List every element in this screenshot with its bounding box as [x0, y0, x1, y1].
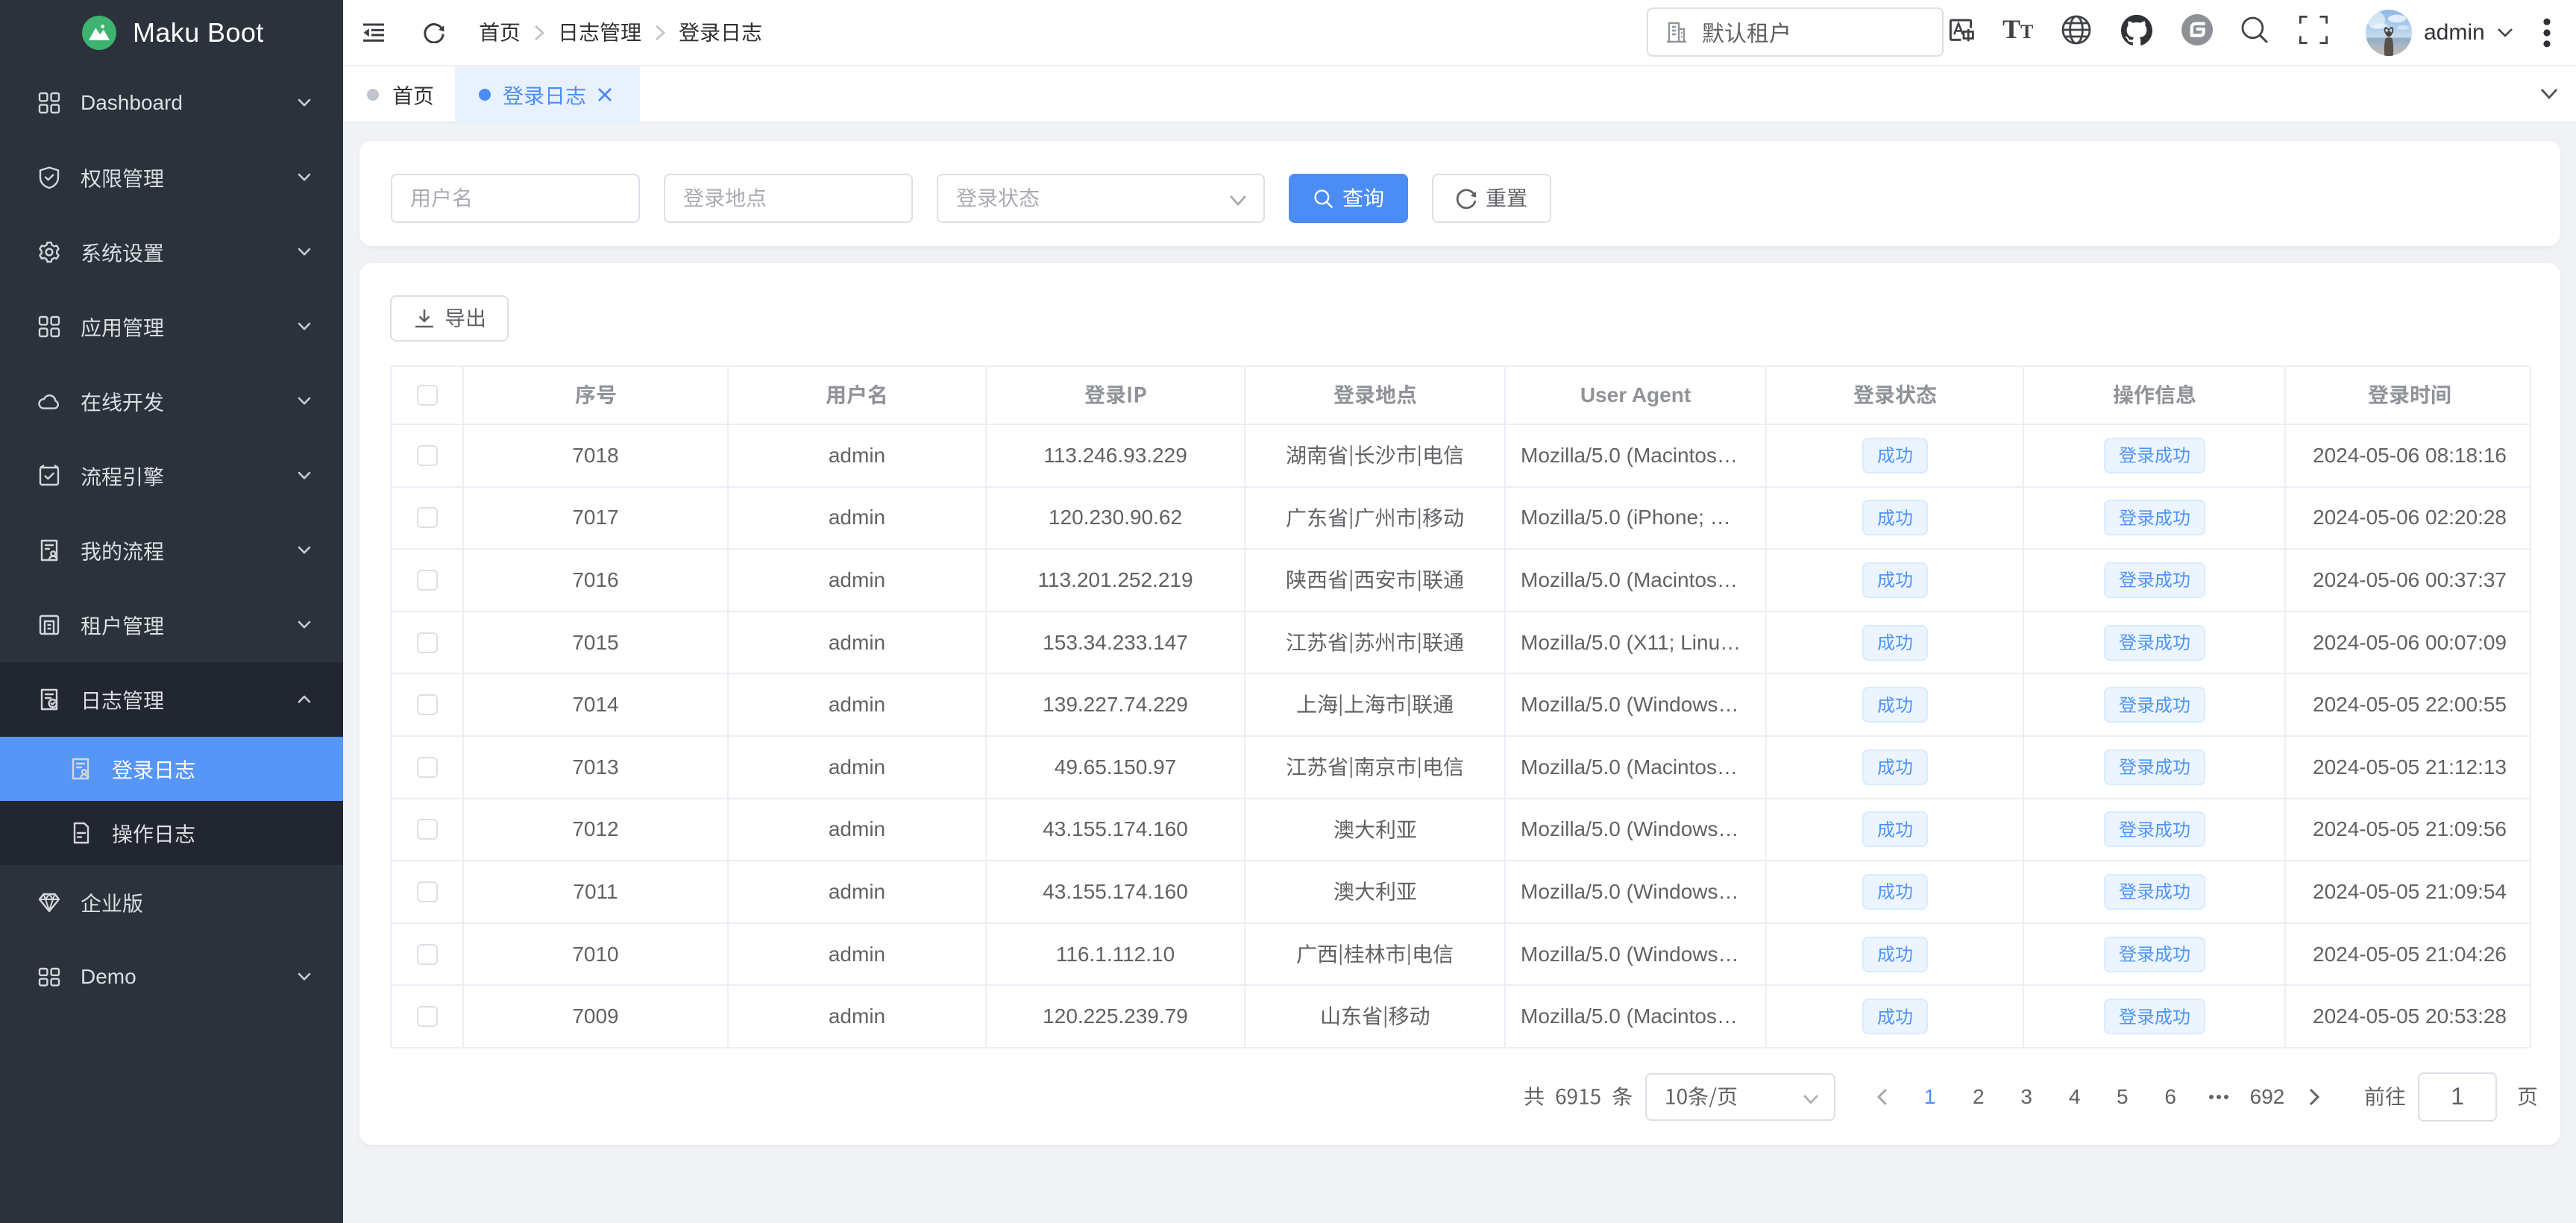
svg-text:T: T — [2002, 16, 2020, 43]
svg-text:T: T — [2020, 21, 2033, 43]
